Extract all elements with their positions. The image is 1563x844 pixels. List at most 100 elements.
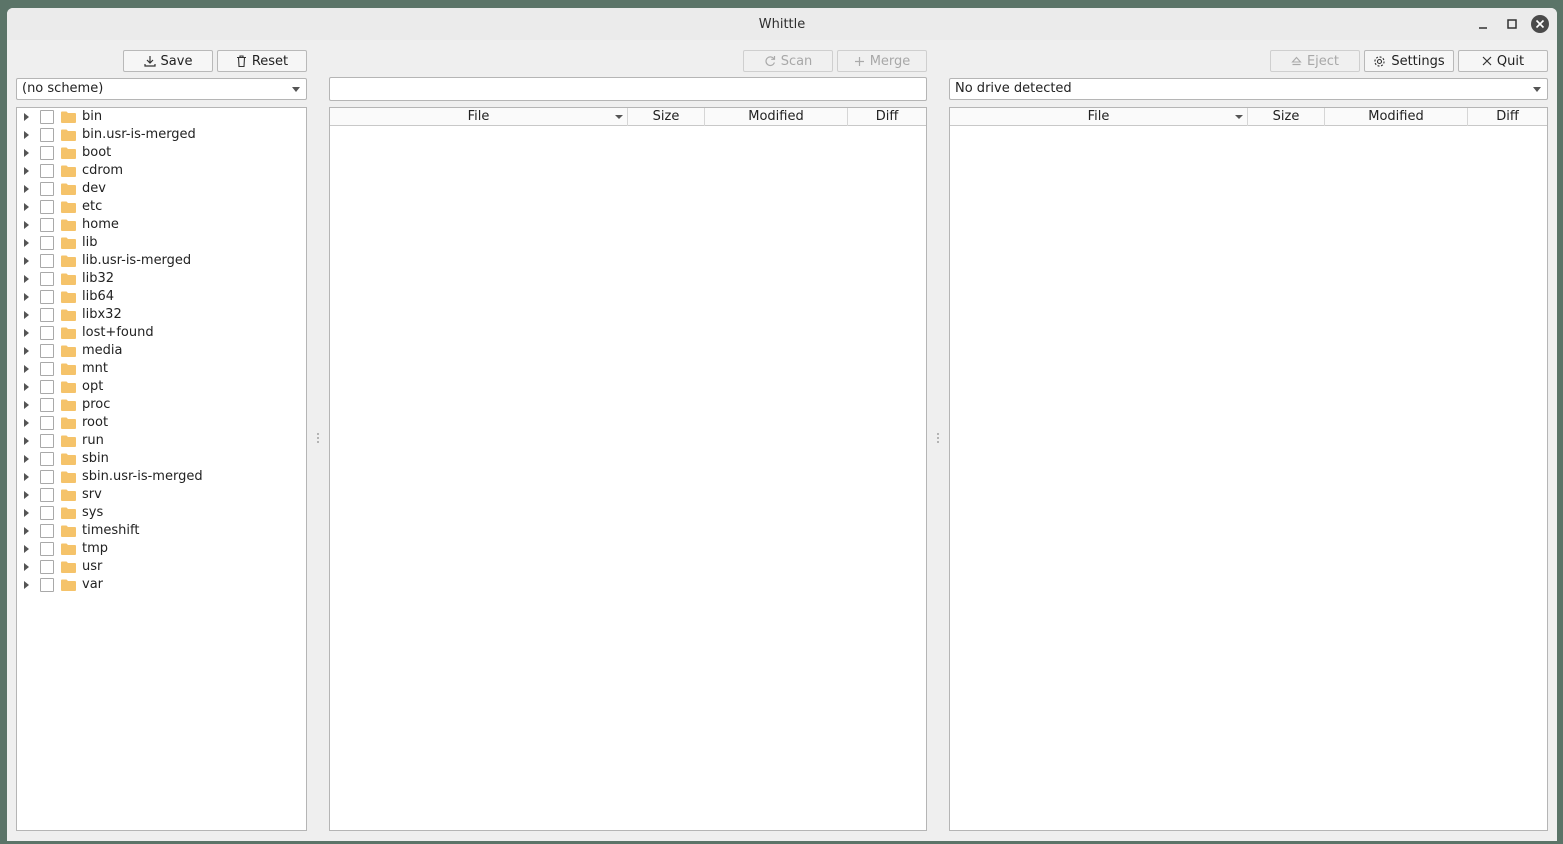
tree-item[interactable]: sbin.usr-is-merged <box>17 468 306 486</box>
folder-checkbox[interactable] <box>40 488 54 502</box>
expand-arrow-icon[interactable] <box>24 581 29 589</box>
scan-button[interactable]: Scan <box>743 50 833 72</box>
scheme-select[interactable]: (no scheme) <box>16 78 307 100</box>
tree-item[interactable]: timeshift <box>17 522 306 540</box>
column-modified[interactable]: Modified <box>705 108 848 126</box>
folder-tree[interactable]: bin bin.usr-is-merged boot cdrom dev etc home l… <box>16 107 307 831</box>
folder-checkbox[interactable] <box>40 398 54 412</box>
column-diff[interactable]: Diff <box>1468 108 1547 126</box>
merge-button[interactable]: Merge <box>837 50 927 72</box>
splitter-handle[interactable] <box>317 433 319 445</box>
expand-arrow-icon[interactable] <box>24 293 29 301</box>
folder-checkbox[interactable] <box>40 434 54 448</box>
folder-checkbox[interactable] <box>40 380 54 394</box>
tree-item[interactable]: dev <box>17 180 306 198</box>
tree-item[interactable]: root <box>17 414 306 432</box>
folder-checkbox[interactable] <box>40 308 54 322</box>
tree-item[interactable]: sys <box>17 504 306 522</box>
column-size[interactable]: Size <box>628 108 705 126</box>
tree-item[interactable]: bin.usr-is-merged <box>17 126 306 144</box>
tree-item[interactable]: lost+found <box>17 324 306 342</box>
expand-arrow-icon[interactable] <box>24 491 29 499</box>
tree-item[interactable]: run <box>17 432 306 450</box>
expand-arrow-icon[interactable] <box>24 221 29 229</box>
middle-file-list[interactable]: File Size Modified Diff <box>329 107 927 831</box>
column-file[interactable]: File <box>950 108 1248 126</box>
tree-item[interactable]: lib32 <box>17 270 306 288</box>
expand-arrow-icon[interactable] <box>24 545 29 553</box>
tree-item[interactable]: lib <box>17 234 306 252</box>
expand-arrow-icon[interactable] <box>24 149 29 157</box>
folder-checkbox[interactable] <box>40 578 54 592</box>
tree-item[interactable]: var <box>17 576 306 594</box>
reset-button[interactable]: Reset <box>217 50 307 72</box>
expand-arrow-icon[interactable] <box>24 473 29 481</box>
column-size[interactable]: Size <box>1248 108 1325 126</box>
folder-checkbox[interactable] <box>40 200 54 214</box>
tree-item[interactable]: libx32 <box>17 306 306 324</box>
tree-item[interactable]: home <box>17 216 306 234</box>
folder-checkbox[interactable] <box>40 506 54 520</box>
expand-arrow-icon[interactable] <box>24 311 29 319</box>
folder-checkbox[interactable] <box>40 452 54 466</box>
column-modified[interactable]: Modified <box>1325 108 1468 126</box>
folder-checkbox[interactable] <box>40 146 54 160</box>
folder-checkbox[interactable] <box>40 560 54 574</box>
tree-item[interactable]: usr <box>17 558 306 576</box>
folder-checkbox[interactable] <box>40 182 54 196</box>
tree-item[interactable]: opt <box>17 378 306 396</box>
expand-arrow-icon[interactable] <box>24 185 29 193</box>
folder-checkbox[interactable] <box>40 524 54 538</box>
expand-arrow-icon[interactable] <box>24 563 29 571</box>
expand-arrow-icon[interactable] <box>24 131 29 139</box>
right-file-list[interactable]: File Size Modified Diff <box>949 107 1548 831</box>
column-diff[interactable]: Diff <box>848 108 926 126</box>
expand-arrow-icon[interactable] <box>24 455 29 463</box>
close-icon[interactable] <box>1530 14 1550 34</box>
folder-checkbox[interactable] <box>40 218 54 232</box>
expand-arrow-icon[interactable] <box>24 203 29 211</box>
expand-arrow-icon[interactable] <box>24 509 29 517</box>
path-input[interactable] <box>329 77 927 101</box>
maximize-icon[interactable] <box>1502 14 1522 34</box>
expand-arrow-icon[interactable] <box>24 275 29 283</box>
expand-arrow-icon[interactable] <box>24 527 29 535</box>
column-file[interactable]: File <box>330 108 628 126</box>
tree-item[interactable]: cdrom <box>17 162 306 180</box>
folder-checkbox[interactable] <box>40 272 54 286</box>
folder-checkbox[interactable] <box>40 470 54 484</box>
folder-checkbox[interactable] <box>40 236 54 250</box>
folder-checkbox[interactable] <box>40 254 54 268</box>
expand-arrow-icon[interactable] <box>24 113 29 121</box>
tree-item[interactable]: tmp <box>17 540 306 558</box>
tree-item[interactable]: bin <box>17 108 306 126</box>
minimize-icon[interactable] <box>1473 14 1493 34</box>
expand-arrow-icon[interactable] <box>24 365 29 373</box>
tree-item[interactable]: sbin <box>17 450 306 468</box>
save-button[interactable]: Save <box>123 50 213 72</box>
expand-arrow-icon[interactable] <box>24 329 29 337</box>
folder-checkbox[interactable] <box>40 164 54 178</box>
expand-arrow-icon[interactable] <box>24 167 29 175</box>
folder-checkbox[interactable] <box>40 128 54 142</box>
tree-item[interactable]: mnt <box>17 360 306 378</box>
tree-item[interactable]: boot <box>17 144 306 162</box>
expand-arrow-icon[interactable] <box>24 347 29 355</box>
tree-item[interactable]: proc <box>17 396 306 414</box>
folder-checkbox[interactable] <box>40 344 54 358</box>
folder-checkbox[interactable] <box>40 326 54 340</box>
folder-checkbox[interactable] <box>40 542 54 556</box>
tree-item[interactable]: lib64 <box>17 288 306 306</box>
expand-arrow-icon[interactable] <box>24 239 29 247</box>
quit-button[interactable]: Quit <box>1458 50 1548 72</box>
folder-checkbox[interactable] <box>40 110 54 124</box>
folder-checkbox[interactable] <box>40 362 54 376</box>
drive-select[interactable]: No drive detected <box>949 78 1548 100</box>
settings-button[interactable]: Settings <box>1364 50 1454 72</box>
eject-button[interactable]: Eject <box>1270 50 1360 72</box>
folder-checkbox[interactable] <box>40 416 54 430</box>
tree-item[interactable]: srv <box>17 486 306 504</box>
tree-item[interactable]: media <box>17 342 306 360</box>
expand-arrow-icon[interactable] <box>24 419 29 427</box>
expand-arrow-icon[interactable] <box>24 257 29 265</box>
